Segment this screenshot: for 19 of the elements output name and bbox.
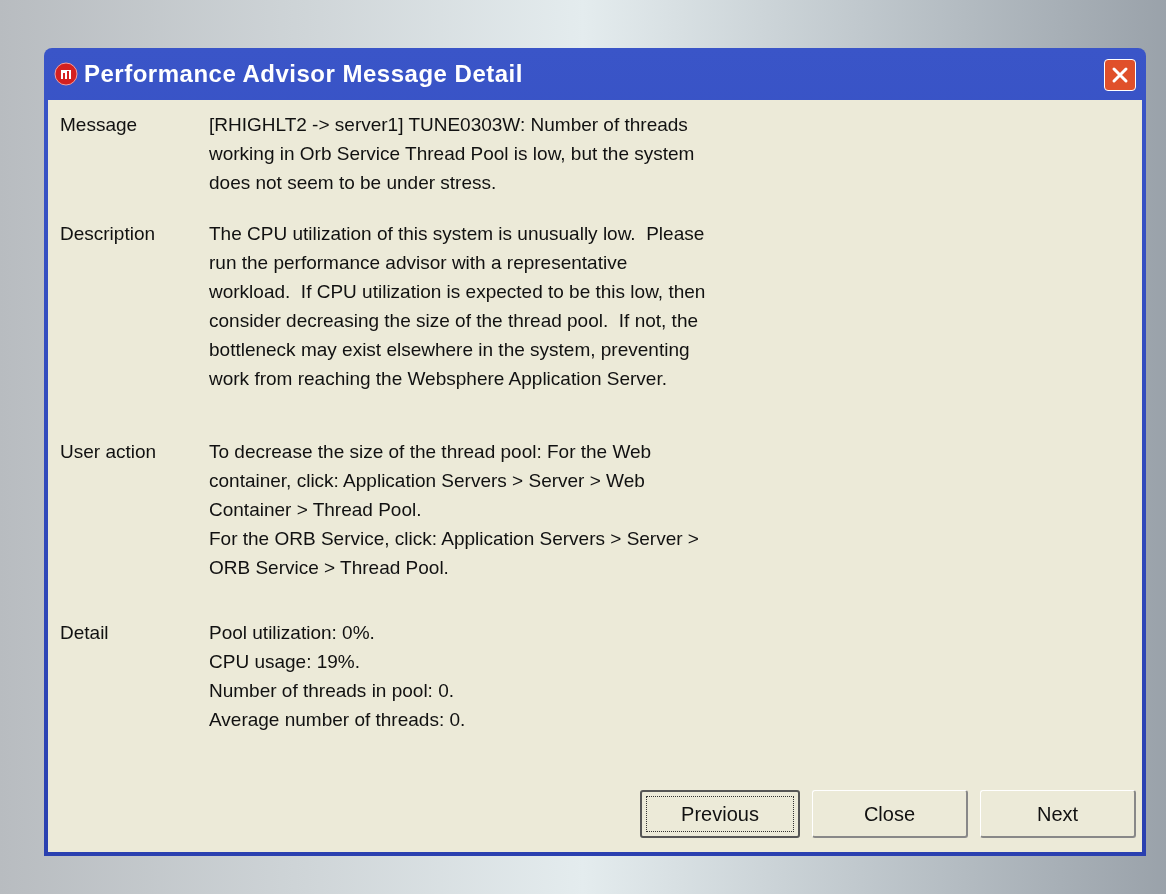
close-button[interactable] [1104, 59, 1136, 91]
dialog-button[interactable]: Close [812, 790, 968, 838]
dialog-button[interactable]: Next [980, 790, 1136, 838]
field-label: Description [60, 223, 156, 244]
field-text: To decrease the size of the thread pool: For the Web container, click: Application Servers > Server > Web Container > Thread Pool. [209, 440, 653, 522]
field-text: Number of threads in pool: 0. [209, 679, 456, 703]
field-text: Average number of threads: 0. [209, 708, 466, 732]
field-text: For the ORB Service, click: Application Servers > Server > ORB Service > Thread Pool. [209, 527, 699, 580]
field-label: Message [60, 114, 138, 135]
field-label: User action [60, 441, 157, 462]
field-label: Detail [60, 622, 109, 643]
dialog-button[interactable]: Previous [640, 790, 800, 838]
field-text: The CPU utilization of this system is unusually low. Please run the performance advisor with a representative workload. If CPU utilization is expected to be this low, then consider decreasing the size of the thread pool. If not, the bottleneck may exist elsewhere in the system, preventing work from reaching the Websphere Application Server. [209, 222, 706, 391]
app-icon [54, 62, 78, 86]
field-text: Pool utilization: 0%. [209, 621, 376, 645]
field-text: CPU usage: 19%. [209, 650, 362, 674]
field-text: [RHIGHLT2 -> server1] TUNE0303W: Number of threads working in Orb Service Thread Pool is low, but the system does not seem to be under stress. [209, 113, 695, 195]
window-title: Performance Advisor Message Detail [84, 59, 524, 89]
close-icon [1111, 66, 1129, 84]
